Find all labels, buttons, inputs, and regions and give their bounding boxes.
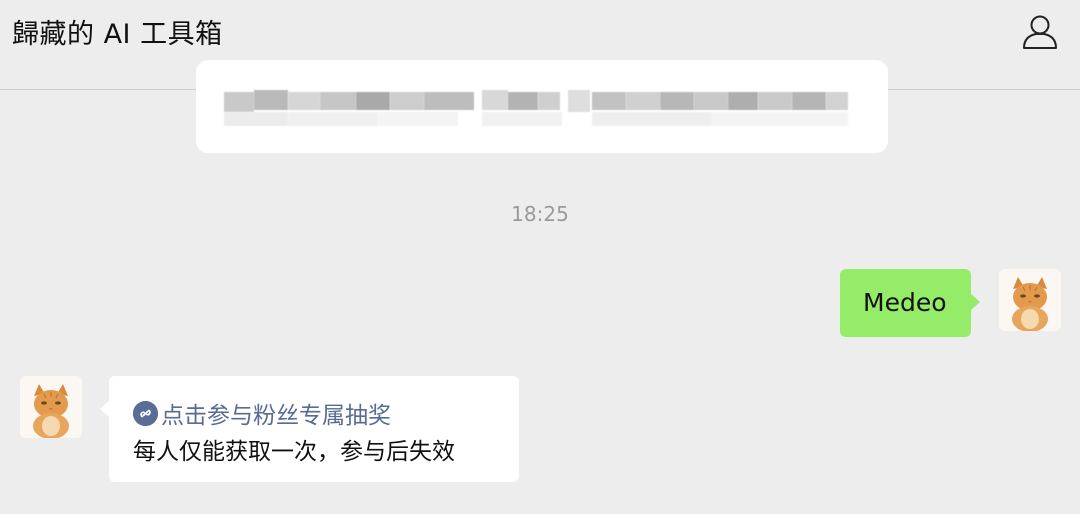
lottery-link[interactable]: 点击参与粉丝专属抽奖 xyxy=(133,396,391,430)
contact-avatar[interactable] xyxy=(20,376,82,438)
blurred-content xyxy=(224,90,854,130)
profile-button[interactable] xyxy=(1018,10,1062,54)
message-timestamp: 18:25 xyxy=(511,202,569,226)
mini-program-link-icon xyxy=(133,400,158,426)
person-outline-icon xyxy=(1023,15,1057,49)
sent-message-bubble[interactable]: Medeo xyxy=(840,269,980,337)
chat-title: 歸藏的 AI 工具箱 xyxy=(12,19,223,50)
previous-message-card xyxy=(196,60,888,153)
received-message-bubble: 点击参与粉丝专属抽奖 每人仅能获取一次，参与后失效 xyxy=(100,376,519,482)
cat-avatar-icon xyxy=(20,376,82,438)
received-message-text: 每人仅能获取一次，参与后失效 xyxy=(133,439,455,465)
sent-message-text: Medeo xyxy=(863,288,947,317)
lottery-link-text: 点击参与粉丝专属抽奖 xyxy=(161,403,391,429)
cat-avatar-icon xyxy=(999,269,1061,331)
my-avatar[interactable] xyxy=(999,269,1061,331)
